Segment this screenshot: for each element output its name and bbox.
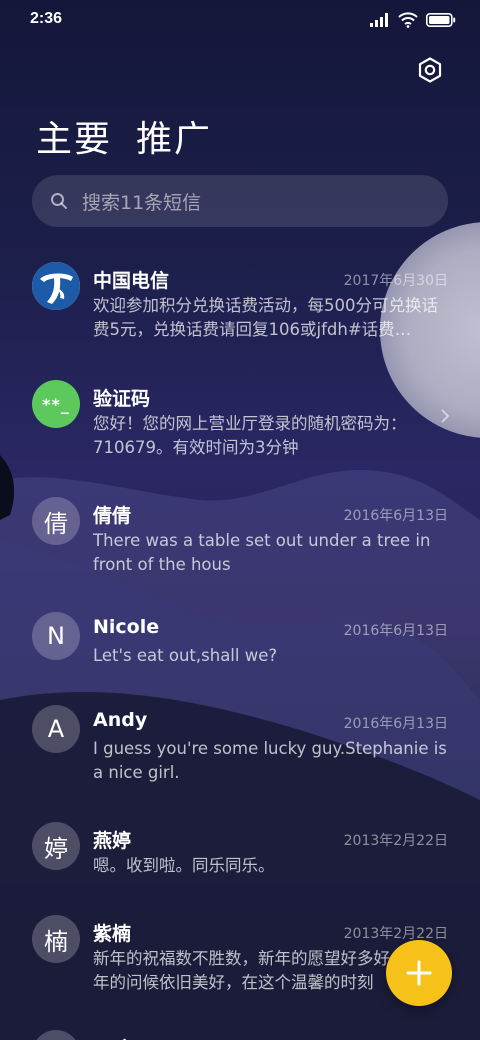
chevron-right-icon[interactable] xyxy=(440,408,450,424)
status-bar: 2:36 xyxy=(0,0,480,40)
search-icon xyxy=(51,193,67,209)
avatar-initial: 倩 xyxy=(44,509,68,538)
status-time: 2:36 xyxy=(30,10,63,27)
contact-name: 紫楠 xyxy=(93,923,132,945)
gear-icon xyxy=(418,57,442,83)
cellular-signal-icon xyxy=(370,13,388,27)
avatar: 婷 xyxy=(32,822,80,870)
search-placeholder: 搜索11条短信 xyxy=(82,191,202,214)
conversation-item-qianqian[interactable]: 倩 倩倩 2016年6月13日 There was a table set ou… xyxy=(0,497,480,597)
avatar-initial: 楠 xyxy=(44,927,68,956)
contact-name: 燕婷 xyxy=(93,830,132,852)
contact-name: 中国电信 xyxy=(93,270,170,292)
message-date: 2013年2月22日 xyxy=(343,833,448,849)
avatar: **_ xyxy=(32,380,80,428)
avatar xyxy=(32,262,80,310)
settings-button[interactable] xyxy=(416,56,444,84)
message-preview: 欢迎参加积分兑换话费活动，每500分可兑换话费5元，兑换话费请回复106或jfd… xyxy=(93,296,438,339)
conversation-item-verification-code[interactable]: **_ 验证码 您好！您的网上营业厅登录的随机密码为：710679。有效时间为3… xyxy=(0,380,480,480)
tab-promotions[interactable]: 推广 xyxy=(136,110,212,162)
search-input[interactable]: 搜索11条短信 xyxy=(32,175,448,227)
battery-icon xyxy=(426,13,456,27)
china-telecom-logo-icon xyxy=(32,262,80,310)
message-date: 2016年6月13日 xyxy=(343,716,448,732)
contact-name: Andy xyxy=(93,709,148,731)
message-preview: Let's eat out,shall we? xyxy=(93,646,278,665)
avatar: N xyxy=(32,612,80,660)
tab-primary[interactable]: 主要 xyxy=(36,110,112,162)
message-date: 2013年2月22日 xyxy=(343,926,448,942)
message-preview: 您好！您的网上营业厅登录的随机密码为：710679。有效时间为3分钟 xyxy=(93,414,407,457)
message-date: 2017年6月30日 xyxy=(343,273,448,289)
avatar-initial: 婷 xyxy=(44,834,68,863)
message-preview: 嗯。收到啦。同乐同乐。 xyxy=(93,856,275,875)
message-preview: There was a table set out under a tree i… xyxy=(93,531,431,574)
contact-name: 倩倩 xyxy=(93,505,132,527)
conversation-item-andy[interactable]: A Andy 2016年6月13日 I guess you're some lu… xyxy=(0,705,480,805)
conversation-item-china-telecom[interactable]: 中国电信 2017年6月30日 欢迎参加积分兑换话费活动，每500分可兑换话费5… xyxy=(0,262,480,362)
conversation-item-ziling[interactable]: 玲 子玲 xyxy=(0,1030,480,1040)
wifi-icon xyxy=(398,12,418,28)
avatar: 倩 xyxy=(32,497,80,545)
avatar-initial: A xyxy=(47,715,65,743)
message-date: 2016年6月13日 xyxy=(343,508,448,524)
message-preview: I guess you're some lucky guy.Stephanie … xyxy=(93,739,447,782)
contact-name: Nicole xyxy=(93,616,160,638)
avatar: 玲 xyxy=(32,1030,80,1040)
avatar: 楠 xyxy=(32,915,80,963)
conversation-item-nicole[interactable]: N Nicole 2016年6月13日 Let's eat out,shall … xyxy=(0,612,480,712)
category-tabs: 主要 推广 xyxy=(36,110,212,162)
conversation-item-yanting[interactable]: 婷 燕婷 2013年2月22日 嗯。收到啦。同乐同乐。 xyxy=(0,822,480,922)
new-message-button[interactable] xyxy=(386,940,452,1006)
avatar-initial: N xyxy=(47,622,65,650)
message-date: 2016年6月13日 xyxy=(343,623,448,639)
avatar: A xyxy=(32,705,80,753)
contact-name: 子玲 xyxy=(93,1034,131,1040)
plus-icon xyxy=(406,960,432,986)
contact-name: 验证码 xyxy=(93,388,151,410)
avatar-initial: 玲 xyxy=(44,1037,68,1040)
avatar-initial: **_ xyxy=(42,394,70,414)
